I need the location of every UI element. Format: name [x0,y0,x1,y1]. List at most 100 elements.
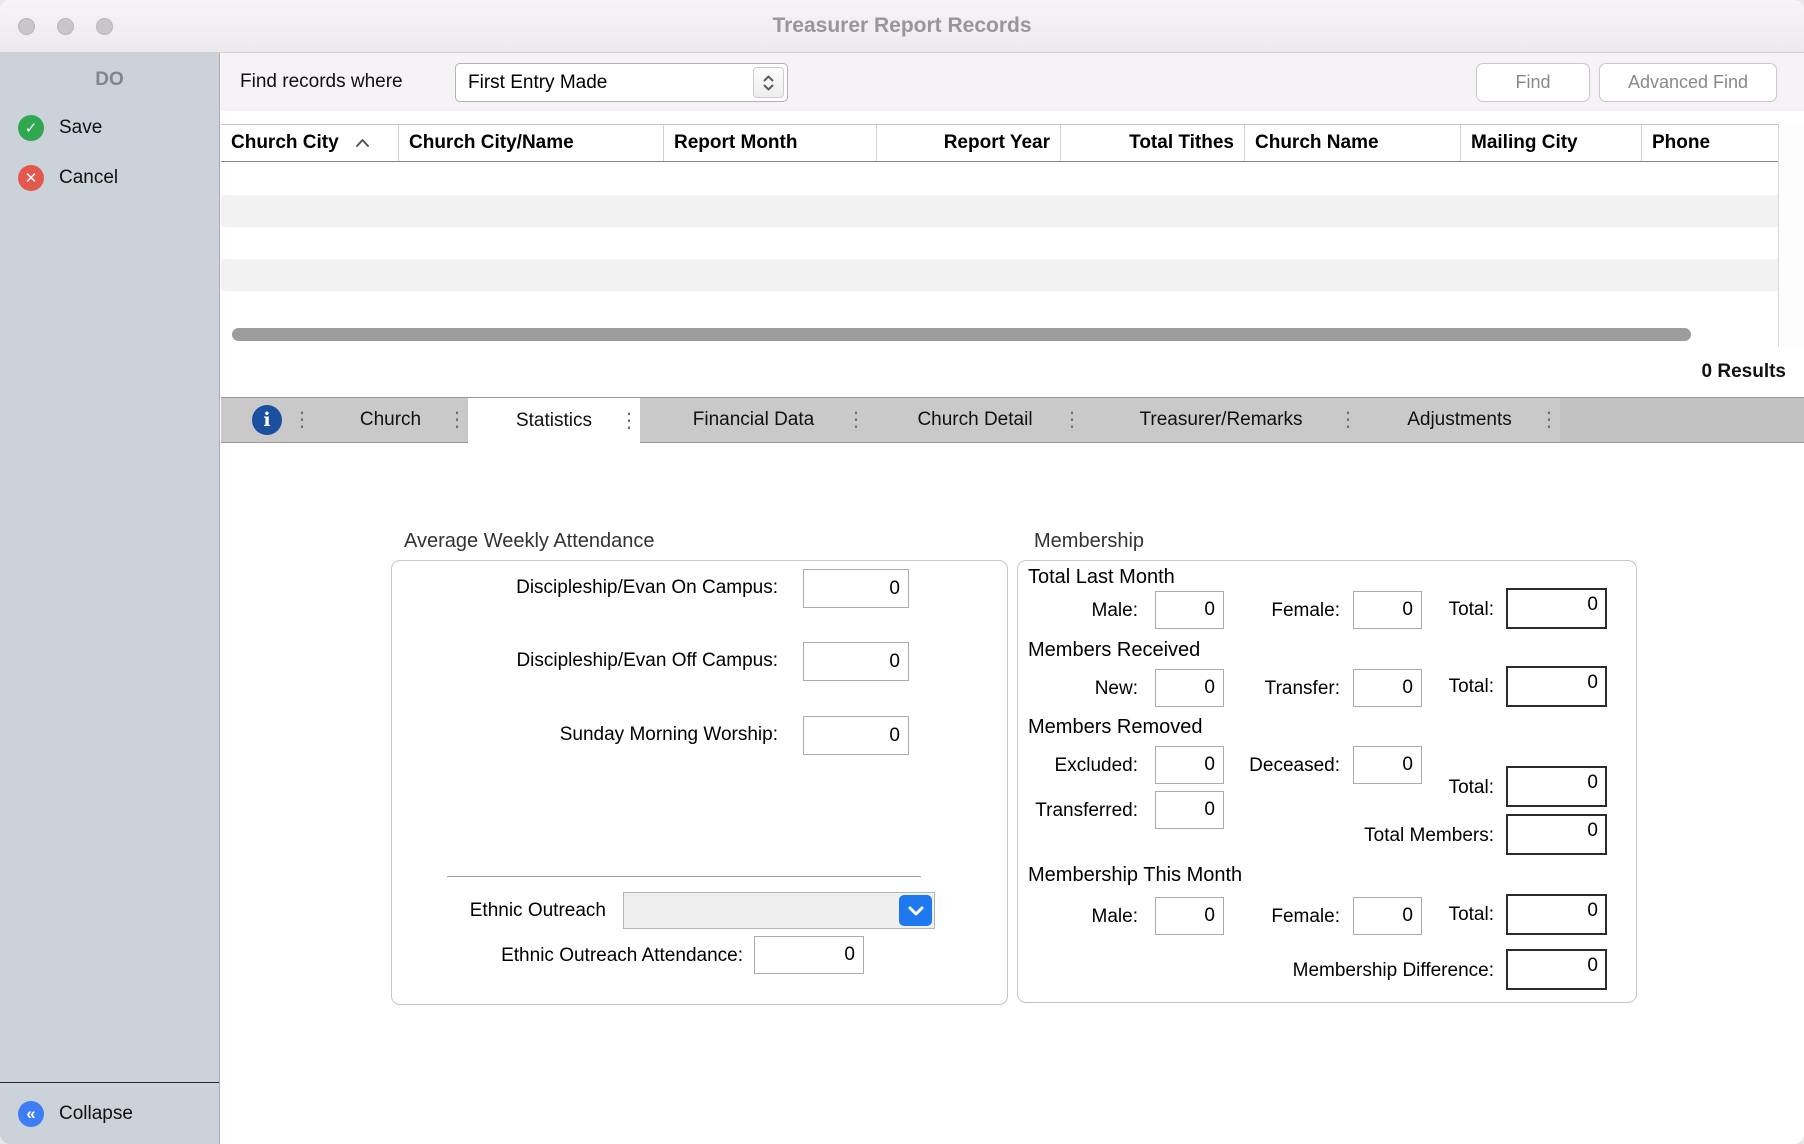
membership-difference-input[interactable] [1506,949,1607,990]
on-campus-input[interactable] [803,569,909,608]
find-button[interactable]: Find [1476,63,1590,102]
tab-separator-icon: ⋮ [1338,410,1358,430]
tab-label: Church Detail [917,409,1032,431]
tab-adjustments[interactable]: Adjustments ⋮ [1359,398,1560,443]
tab-separator-icon: ⋮ [619,411,639,431]
table-row[interactable] [221,291,1778,323]
members-removed-heading: Members Removed [1028,716,1203,739]
find-field-dropdown[interactable]: First Entry Made [455,63,788,102]
total-members-input[interactable] [1506,814,1607,855]
mr-transfer-label: Transfer: [1265,678,1340,700]
tab-church[interactable]: Church ⋮ [313,398,468,443]
zoom-button[interactable] [96,18,113,35]
column-label: Total Tithes [1129,132,1234,154]
table-row[interactable] [221,227,1778,259]
vertical-scrollbar-track[interactable] [1778,124,1804,347]
membership-this-month-heading: Membership This Month [1028,864,1242,887]
column-header-church-name[interactable]: Church Name [1245,125,1461,161]
total-members-label: Total Members: [1364,825,1494,847]
close-button[interactable] [18,18,35,35]
sunday-worship-input[interactable] [803,716,909,755]
mtm-total-input[interactable] [1506,894,1607,935]
double-chevron-left-icon: « [18,1101,44,1127]
tab-label: Treasurer/Remarks [1140,409,1303,431]
column-header-phone[interactable]: Phone [1642,125,1778,161]
save-label: Save [59,117,102,139]
sidebar-header: DO [0,69,219,91]
find-bar: Find records where First Entry Made Find… [221,53,1804,111]
on-campus-label: Discipleship/Evan On Campus: [516,577,778,599]
advanced-find-button[interactable]: Advanced Find [1599,63,1777,102]
off-campus-input[interactable] [803,642,909,681]
members-received-heading: Members Received [1028,639,1200,662]
tab-separator-icon: ⋮ [846,410,866,430]
mrem-excluded-input[interactable] [1155,746,1224,784]
sort-ascending-icon [355,138,370,148]
tab-separator-icon: ⋮ [292,410,312,430]
mrem-transferred-label: Transferred: [1035,800,1138,822]
off-campus-label: Discipleship/Evan Off Campus: [516,650,778,672]
tlm-male-input[interactable] [1155,591,1224,629]
column-label: Phone [1652,132,1710,154]
column-header-church-city-name[interactable]: Church City/Name [399,125,664,161]
attendance-groupbox: Discipleship/Evan On Campus: Discipleshi… [391,560,1008,1005]
mtm-total-label: Total: [1449,904,1494,926]
column-header-report-year[interactable]: Report Year [877,125,1061,161]
results-count: 0 Results [221,352,1804,392]
tab-church-detail[interactable]: Church Detail ⋮ [867,398,1083,443]
mrem-deceased-input[interactable] [1353,746,1422,784]
ethnic-outreach-select[interactable] [623,892,935,929]
table-row[interactable] [221,163,1778,195]
collapse-button[interactable]: « Collapse [0,1083,133,1144]
cancel-label: Cancel [59,167,118,189]
cancel-button[interactable]: ✕ Cancel [0,153,219,203]
ethnic-attendance-label: Ethnic Outreach Attendance: [501,945,743,967]
mrem-total-label: Total: [1449,777,1494,799]
mr-new-label: New: [1095,678,1138,700]
save-button[interactable]: ✓ Save [0,103,219,153]
tab-bar: i ⋮ Church ⋮ Statistics ⋮ Financial Data… [221,397,1804,443]
mtm-female-input[interactable] [1353,897,1422,935]
mr-transfer-input[interactable] [1353,669,1422,707]
column-header-total-tithes[interactable]: Total Tithes [1061,125,1245,161]
find-records-label: Find records where [240,71,403,93]
sunday-worship-label: Sunday Morning Worship: [560,724,778,746]
tlm-total-label: Total: [1449,599,1494,621]
sidebar: DO ✓ Save ✕ Cancel « Collapse [0,53,220,1144]
tab-label: Church [360,409,421,431]
mrem-total-input[interactable] [1506,766,1607,807]
table-row[interactable] [221,195,1778,227]
column-label: Report Year [944,132,1050,154]
tab-bar-filler [1560,398,1804,443]
tab-treasurer-remarks[interactable]: Treasurer/Remarks ⋮ [1083,398,1359,443]
mtm-male-input[interactable] [1155,897,1224,935]
column-header-church-city[interactable]: Church City [221,125,399,161]
check-circle-icon: ✓ [18,115,44,141]
horizontal-scrollbar[interactable] [221,323,1778,347]
mrem-excluded-label: Excluded: [1055,755,1138,777]
mtm-female-label: Female: [1271,906,1340,928]
column-label: Report Month [674,132,797,154]
tab-separator-icon: ⋮ [1539,410,1559,430]
mr-new-input[interactable] [1155,669,1224,707]
horizontal-scrollbar-thumb[interactable] [232,328,1691,341]
tab-info[interactable]: i ⋮ [221,398,313,443]
tlm-female-input[interactable] [1353,591,1422,629]
tab-financial-data[interactable]: Financial Data ⋮ [640,398,867,443]
x-circle-icon: ✕ [18,165,44,191]
mrem-transferred-input[interactable] [1155,791,1224,829]
mtm-male-label: Male: [1092,906,1138,928]
column-header-mailing-city[interactable]: Mailing City [1461,125,1642,161]
tlm-total-input[interactable] [1506,588,1607,629]
table-row[interactable] [221,259,1778,291]
minimize-button[interactable] [57,18,74,35]
column-header-report-month[interactable]: Report Month [664,125,877,161]
mr-total-input[interactable] [1506,666,1607,707]
tab-label: Adjustments [1407,409,1512,431]
total-last-month-heading: Total Last Month [1028,566,1175,589]
ethnic-attendance-input[interactable] [754,936,864,974]
record-list [221,163,1778,323]
ethnic-outreach-label: Ethnic Outreach [470,900,606,922]
tab-statistics[interactable]: Statistics ⋮ [468,398,640,443]
collapse-label: Collapse [59,1103,133,1125]
